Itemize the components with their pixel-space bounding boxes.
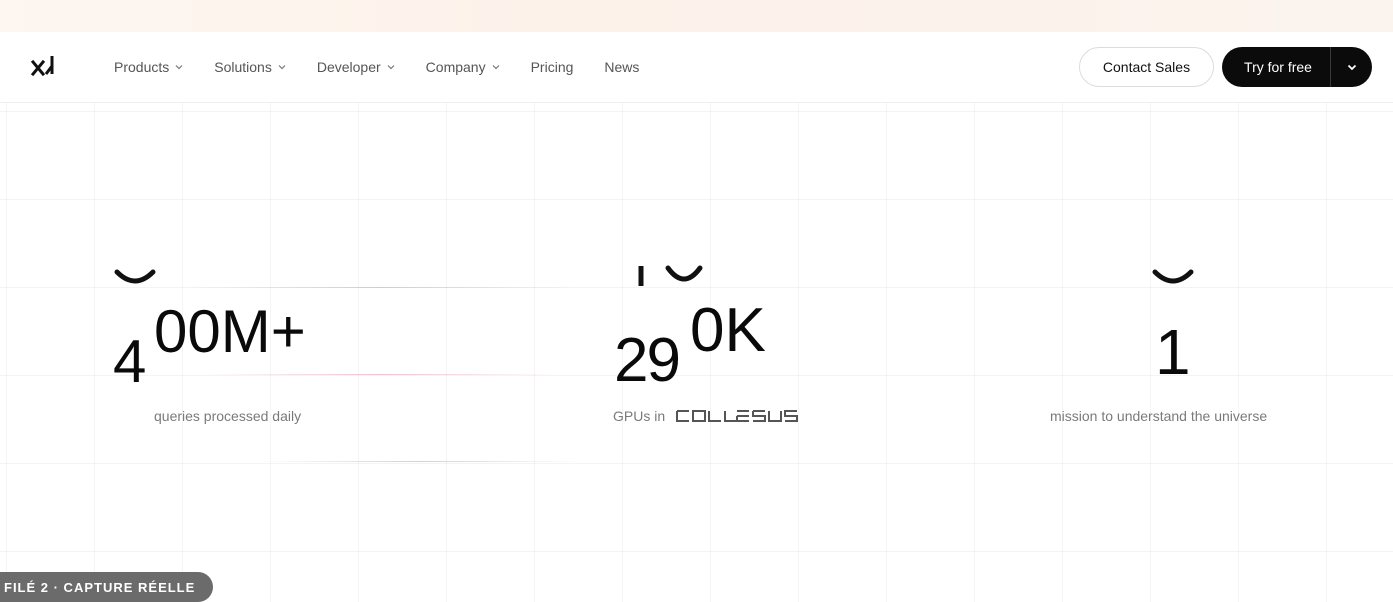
- nav-item-label: News: [604, 59, 640, 75]
- contact-sales-button[interactable]: Contact Sales: [1079, 47, 1214, 87]
- stat-caption: queries processed daily: [154, 408, 302, 424]
- decorative-glow-line: [200, 374, 560, 375]
- nav-item-developer[interactable]: Developer: [317, 59, 395, 75]
- stat-caption: GPUs in: [613, 408, 666, 424]
- nav-item-label: Company: [425, 59, 486, 75]
- top-gradient-strip: [0, 0, 1393, 32]
- main-nav: Products Solutions Developer Company Pri…: [114, 32, 670, 102]
- chevron-down-icon: [492, 65, 500, 70]
- try-for-free-split-button: Try for free: [1222, 47, 1372, 87]
- rolling-digit-fragment: [1152, 269, 1194, 284]
- nav-item-solutions[interactable]: Solutions: [214, 59, 286, 75]
- chevron-down-icon: [387, 65, 395, 70]
- rolling-digit-fragment: [114, 269, 156, 284]
- chevron-down-icon: [175, 65, 183, 70]
- capture-badge-text: FILÉ 2 · CAPTURE RÉELLE: [4, 579, 196, 595]
- nav-item-label: Pricing: [530, 59, 574, 75]
- try-for-free-button[interactable]: Try for free: [1222, 47, 1330, 87]
- colossus-logo: [676, 410, 798, 422]
- decorative-glow-line: [180, 287, 580, 288]
- stat-caption: mission to understand the universe: [1050, 408, 1268, 424]
- page: Products Solutions Developer Company Pri…: [0, 0, 1393, 602]
- nav-item-pricing[interactable]: Pricing: [531, 59, 574, 75]
- nav-item-label: Developer: [316, 59, 381, 75]
- stat-value: 00M+: [154, 298, 306, 365]
- try-for-free-label: Try for free: [1244, 59, 1312, 75]
- contact-sales-label: Contact Sales: [1102, 59, 1191, 75]
- nav-item-label: Solutions: [214, 59, 272, 75]
- navbar: Products Solutions Developer Company Pri…: [0, 32, 1393, 103]
- stat-value-lead: 4: [113, 328, 147, 395]
- stat-value: 1: [1155, 316, 1191, 388]
- nav-item-news[interactable]: News: [604, 59, 639, 75]
- nav-item-label: Products: [114, 59, 170, 75]
- nav-item-company[interactable]: Company: [426, 59, 500, 75]
- stat-value-lead: 29: [614, 326, 681, 395]
- nav-item-products[interactable]: Products: [114, 59, 183, 75]
- capture-badge: FILÉ 2 · CAPTURE RÉELLE: [0, 572, 214, 602]
- chevron-down-icon: [278, 65, 286, 70]
- try-dropdown-toggle[interactable]: [1331, 47, 1372, 87]
- xai-logo-icon[interactable]: [30, 52, 60, 82]
- chevron-down-icon: [1347, 64, 1356, 71]
- decorative-glow-line: [260, 461, 580, 462]
- rolling-digit-fragment: [638, 265, 703, 286]
- stat-value: 0K: [690, 296, 766, 365]
